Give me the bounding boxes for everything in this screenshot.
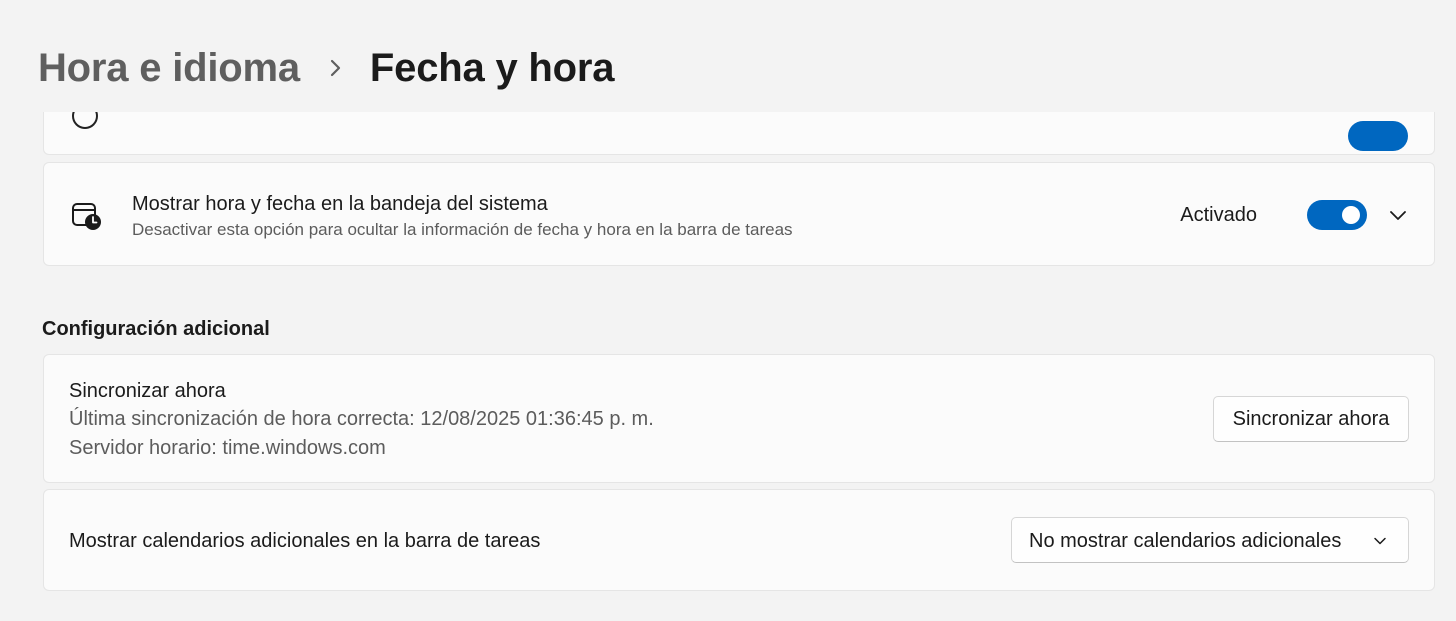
sync-now-button[interactable]: Sincronizar ahora — [1213, 396, 1409, 442]
calendars-dropdown-value: No mostrar calendarios adicionales — [1029, 530, 1342, 552]
settings-scroll-area[interactable]: Mostrar hora y fecha en la bandeja del s… — [0, 112, 1456, 621]
chevron-down-icon — [1372, 533, 1388, 549]
calendars-card: Mostrar calendarios adicionales en la ba… — [43, 489, 1435, 591]
last-sync-text: Última sincronización de hora correcta: … — [69, 408, 654, 430]
tray-setting-card[interactable]: Mostrar hora y fecha en la bandeja del s… — [43, 162, 1435, 266]
calendars-dropdown[interactable]: No mostrar calendarios adicionales — [1011, 517, 1409, 563]
tray-setting-description: Desactivar esta opción para ocultar la i… — [132, 220, 793, 239]
tray-setting-title: Mostrar hora y fecha en la bandeja del s… — [132, 193, 548, 215]
previous-setting-card — [43, 112, 1435, 155]
page-title: Fecha y hora — [369, 45, 615, 90]
chevron-right-icon — [312, 57, 360, 79]
sync-card: Sincronizar ahora Última sincronización … — [43, 354, 1435, 483]
chevron-down-icon[interactable] — [1388, 205, 1408, 225]
calendar-clock-icon — [70, 199, 104, 233]
sync-title: Sincronizar ahora — [69, 380, 226, 402]
time-server-text: Servidor horario: time.windows.com — [69, 437, 386, 459]
tray-toggle-switch[interactable] — [1307, 200, 1367, 230]
breadcrumb-parent-link[interactable]: Hora e idioma — [38, 46, 300, 91]
toggle-state-label: Activado — [1180, 204, 1257, 226]
previous-setting-toggle[interactable] — [1348, 121, 1408, 151]
section-heading: Configuración adicional — [42, 318, 270, 340]
toggle-knob — [1342, 206, 1360, 224]
clock-icon — [72, 112, 98, 129]
breadcrumb: Hora e idioma Fecha y hora — [38, 40, 614, 96]
calendars-label: Mostrar calendarios adicionales en la ba… — [69, 530, 541, 552]
